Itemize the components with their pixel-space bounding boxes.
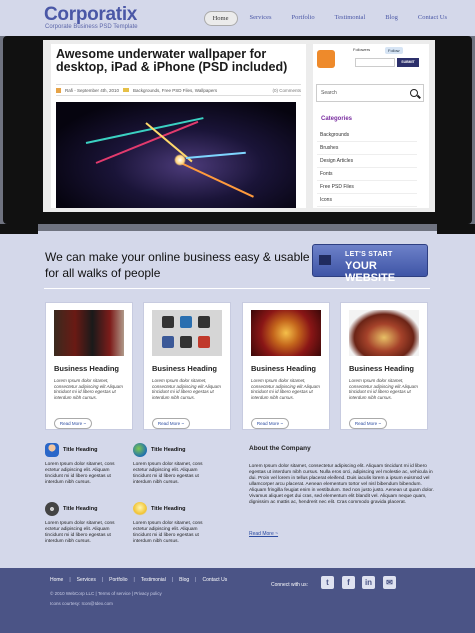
logo[interactable]: Corporatix: [44, 4, 137, 26]
arrow-right-icon: [319, 255, 331, 265]
feature-text: Lorem Ipsum dolor sitamet, cons ectetur …: [133, 462, 203, 485]
feature-text: Lorem Ipsum dolor sitamet, cons ectetur …: [45, 462, 115, 485]
wine-bottles-image: [54, 310, 124, 356]
nav-home[interactable]: Home: [203, 11, 238, 26]
about-read-more-link[interactable]: Read More ~: [249, 531, 278, 537]
followers-label: Followers: [353, 47, 371, 52]
folder-icon: [123, 88, 130, 92]
site-footer: Home | Services | Portfolio | Testimonial | …: [0, 568, 475, 633]
nav-blog[interactable]: Blog: [377, 11, 406, 26]
card-heading: Business Heading: [152, 364, 218, 373]
monitor-showcase: Awesome underwater wallpaper for desktop…: [0, 36, 475, 246]
category-item[interactable]: Design Articles: [317, 155, 417, 168]
author-icon: [56, 87, 61, 93]
category-item[interactable]: Backgrounds: [317, 129, 417, 142]
monitor-screen: Awesome underwater wallpaper for desktop…: [43, 40, 435, 212]
twitter-icon[interactable]: t: [321, 576, 334, 589]
globe-icon: [133, 443, 147, 457]
category-item[interactable]: Free PSD Files: [317, 181, 417, 194]
cta-line1: LET'S START: [345, 251, 393, 258]
footer-link-services[interactable]: Services: [77, 577, 96, 583]
feature-text: Lorem Ipsum dolor sitamet, cons ectetur …: [45, 521, 115, 544]
read-more-button[interactable]: Read More ~: [349, 418, 387, 429]
copyright: © 2010 WebCorp LLC | Terms of service | …: [50, 591, 162, 596]
about-section: About the Company Lorem Ipsum dolor sita…: [249, 445, 435, 537]
post-title[interactable]: Awesome underwater wallpaper for desktop…: [56, 48, 301, 74]
newsletter-input[interactable]: [355, 58, 395, 67]
nav-portfolio[interactable]: Portfolio: [284, 11, 323, 26]
business-card: Business Heading Lorem Ipsum dolor sitam…: [340, 302, 428, 430]
email-icon[interactable]: ✉: [383, 576, 396, 589]
footer-link-testimonial[interactable]: Testimonial: [141, 577, 166, 583]
footer-nav: Home | Services | Portfolio | Testimonial | …: [50, 577, 228, 583]
post-comments[interactable]: (0) Comments: [272, 88, 301, 93]
film-icon: [45, 502, 59, 516]
business-card: Business Heading Lorem Ipsum dolor sitam…: [242, 302, 330, 430]
card-text: Lorem Ipsum dolor sitamet, consectetur a…: [54, 378, 123, 400]
nav-testimonial[interactable]: Testimonial: [327, 11, 374, 26]
read-more-button[interactable]: Read More ~: [54, 418, 92, 429]
blog-post: Awesome underwater wallpaper for desktop…: [51, 44, 306, 208]
read-more-button[interactable]: Read More ~: [251, 418, 289, 429]
wallpaper-image[interactable]: [56, 102, 296, 208]
rss-icon[interactable]: [317, 50, 335, 68]
post-author-date: Rafi - September 4th, 2010: [65, 87, 120, 93]
footer-link-portfolio[interactable]: Portfolio: [109, 577, 127, 583]
categories-list: Backgrounds Brushes Design Articles Font…: [317, 129, 417, 207]
tagline: Corporate Business PSD Template: [45, 24, 138, 30]
category-item[interactable]: Fonts: [317, 168, 417, 181]
monitor-stand-right: [437, 224, 475, 234]
card-heading: Business Heading: [251, 364, 317, 373]
monitor-frame: Awesome underwater wallpaper for desktop…: [3, 36, 472, 224]
card-heading: Business Heading: [54, 364, 120, 373]
feature-title: Title Heading: [63, 506, 98, 512]
card-text: Lorem Ipsum dolor sitamet, consectetur a…: [152, 378, 221, 400]
feature-title: Title Heading: [151, 506, 186, 512]
business-card: Business Heading Lorem Ipsum dolor sitam…: [45, 302, 133, 430]
nav-contact[interactable]: Contact Us: [410, 11, 455, 26]
divider: [44, 288, 430, 289]
business-card: Business Heading Lorem Ipsum dolor sitam…: [143, 302, 231, 430]
linkedin-icon[interactable]: in: [362, 576, 375, 589]
card-text: Lorem Ipsum dolor sitamet, consectetur a…: [251, 378, 320, 400]
facebook-icon[interactable]: f: [342, 576, 355, 589]
about-text: Lorem Ipsum dolor sitamet, consectetur a…: [249, 464, 434, 505]
feature-text: Lorem Ipsum dolor sitamet, cons ectetur …: [133, 521, 203, 544]
search-label: Search: [321, 90, 337, 96]
categories-title: Categories: [321, 116, 353, 122]
footer-link-blog[interactable]: Blog: [179, 577, 189, 583]
start-website-button[interactable]: LET'S START YOUR WEBSITE: [312, 244, 428, 284]
about-heading: About the Company: [249, 445, 311, 452]
follow-button[interactable]: Follow: [385, 47, 403, 54]
social-icons-image: [152, 310, 222, 356]
intro-text: We can make your online business easy & …: [45, 250, 310, 280]
footer-link-contact[interactable]: Contact Us: [202, 577, 227, 583]
post-meta: Rafi - September 4th, 2010 Backgrounds, …: [56, 84, 301, 96]
read-more-button[interactable]: Read More ~: [152, 418, 190, 429]
lightbulb-icon: [133, 502, 147, 516]
cta-line2: YOUR WEBSITE: [345, 260, 396, 284]
connect-label: Connect with us:: [271, 582, 308, 588]
card-text: Lorem Ipsum dolor sitamet, consectetur a…: [349, 378, 418, 400]
search-input[interactable]: Search: [316, 84, 424, 102]
submit-button[interactable]: SUBMIT: [397, 58, 419, 67]
blog-sidebar: Followers Follow SUBMIT Search Categorie…: [313, 44, 429, 208]
user-icon: [45, 443, 59, 457]
post-categories[interactable]: Backgrounds, Free PSD Files, Wallpapers: [133, 88, 217, 93]
category-item[interactable]: Brushes: [317, 142, 417, 155]
footer-link-home[interactable]: Home: [50, 577, 63, 583]
category-item[interactable]: Icons: [317, 194, 417, 207]
card-heading: Business Heading: [349, 364, 415, 373]
treasure-chest-image: [349, 310, 419, 356]
search-icon[interactable]: [410, 89, 418, 97]
feature-title: Title Heading: [63, 447, 98, 453]
site-header: Corporatix Corporate Business PSD Templa…: [0, 0, 475, 36]
monitor-stand-left: [0, 224, 38, 234]
nav-services[interactable]: Services: [242, 11, 280, 26]
film-reel-image: [251, 310, 321, 356]
feature-title: Title Heading: [151, 447, 186, 453]
main-nav: Home Services Portfolio Testimonial Blog…: [203, 11, 455, 26]
icon-credits: Icons courtesy: Icon@Idex.com: [50, 601, 113, 606]
